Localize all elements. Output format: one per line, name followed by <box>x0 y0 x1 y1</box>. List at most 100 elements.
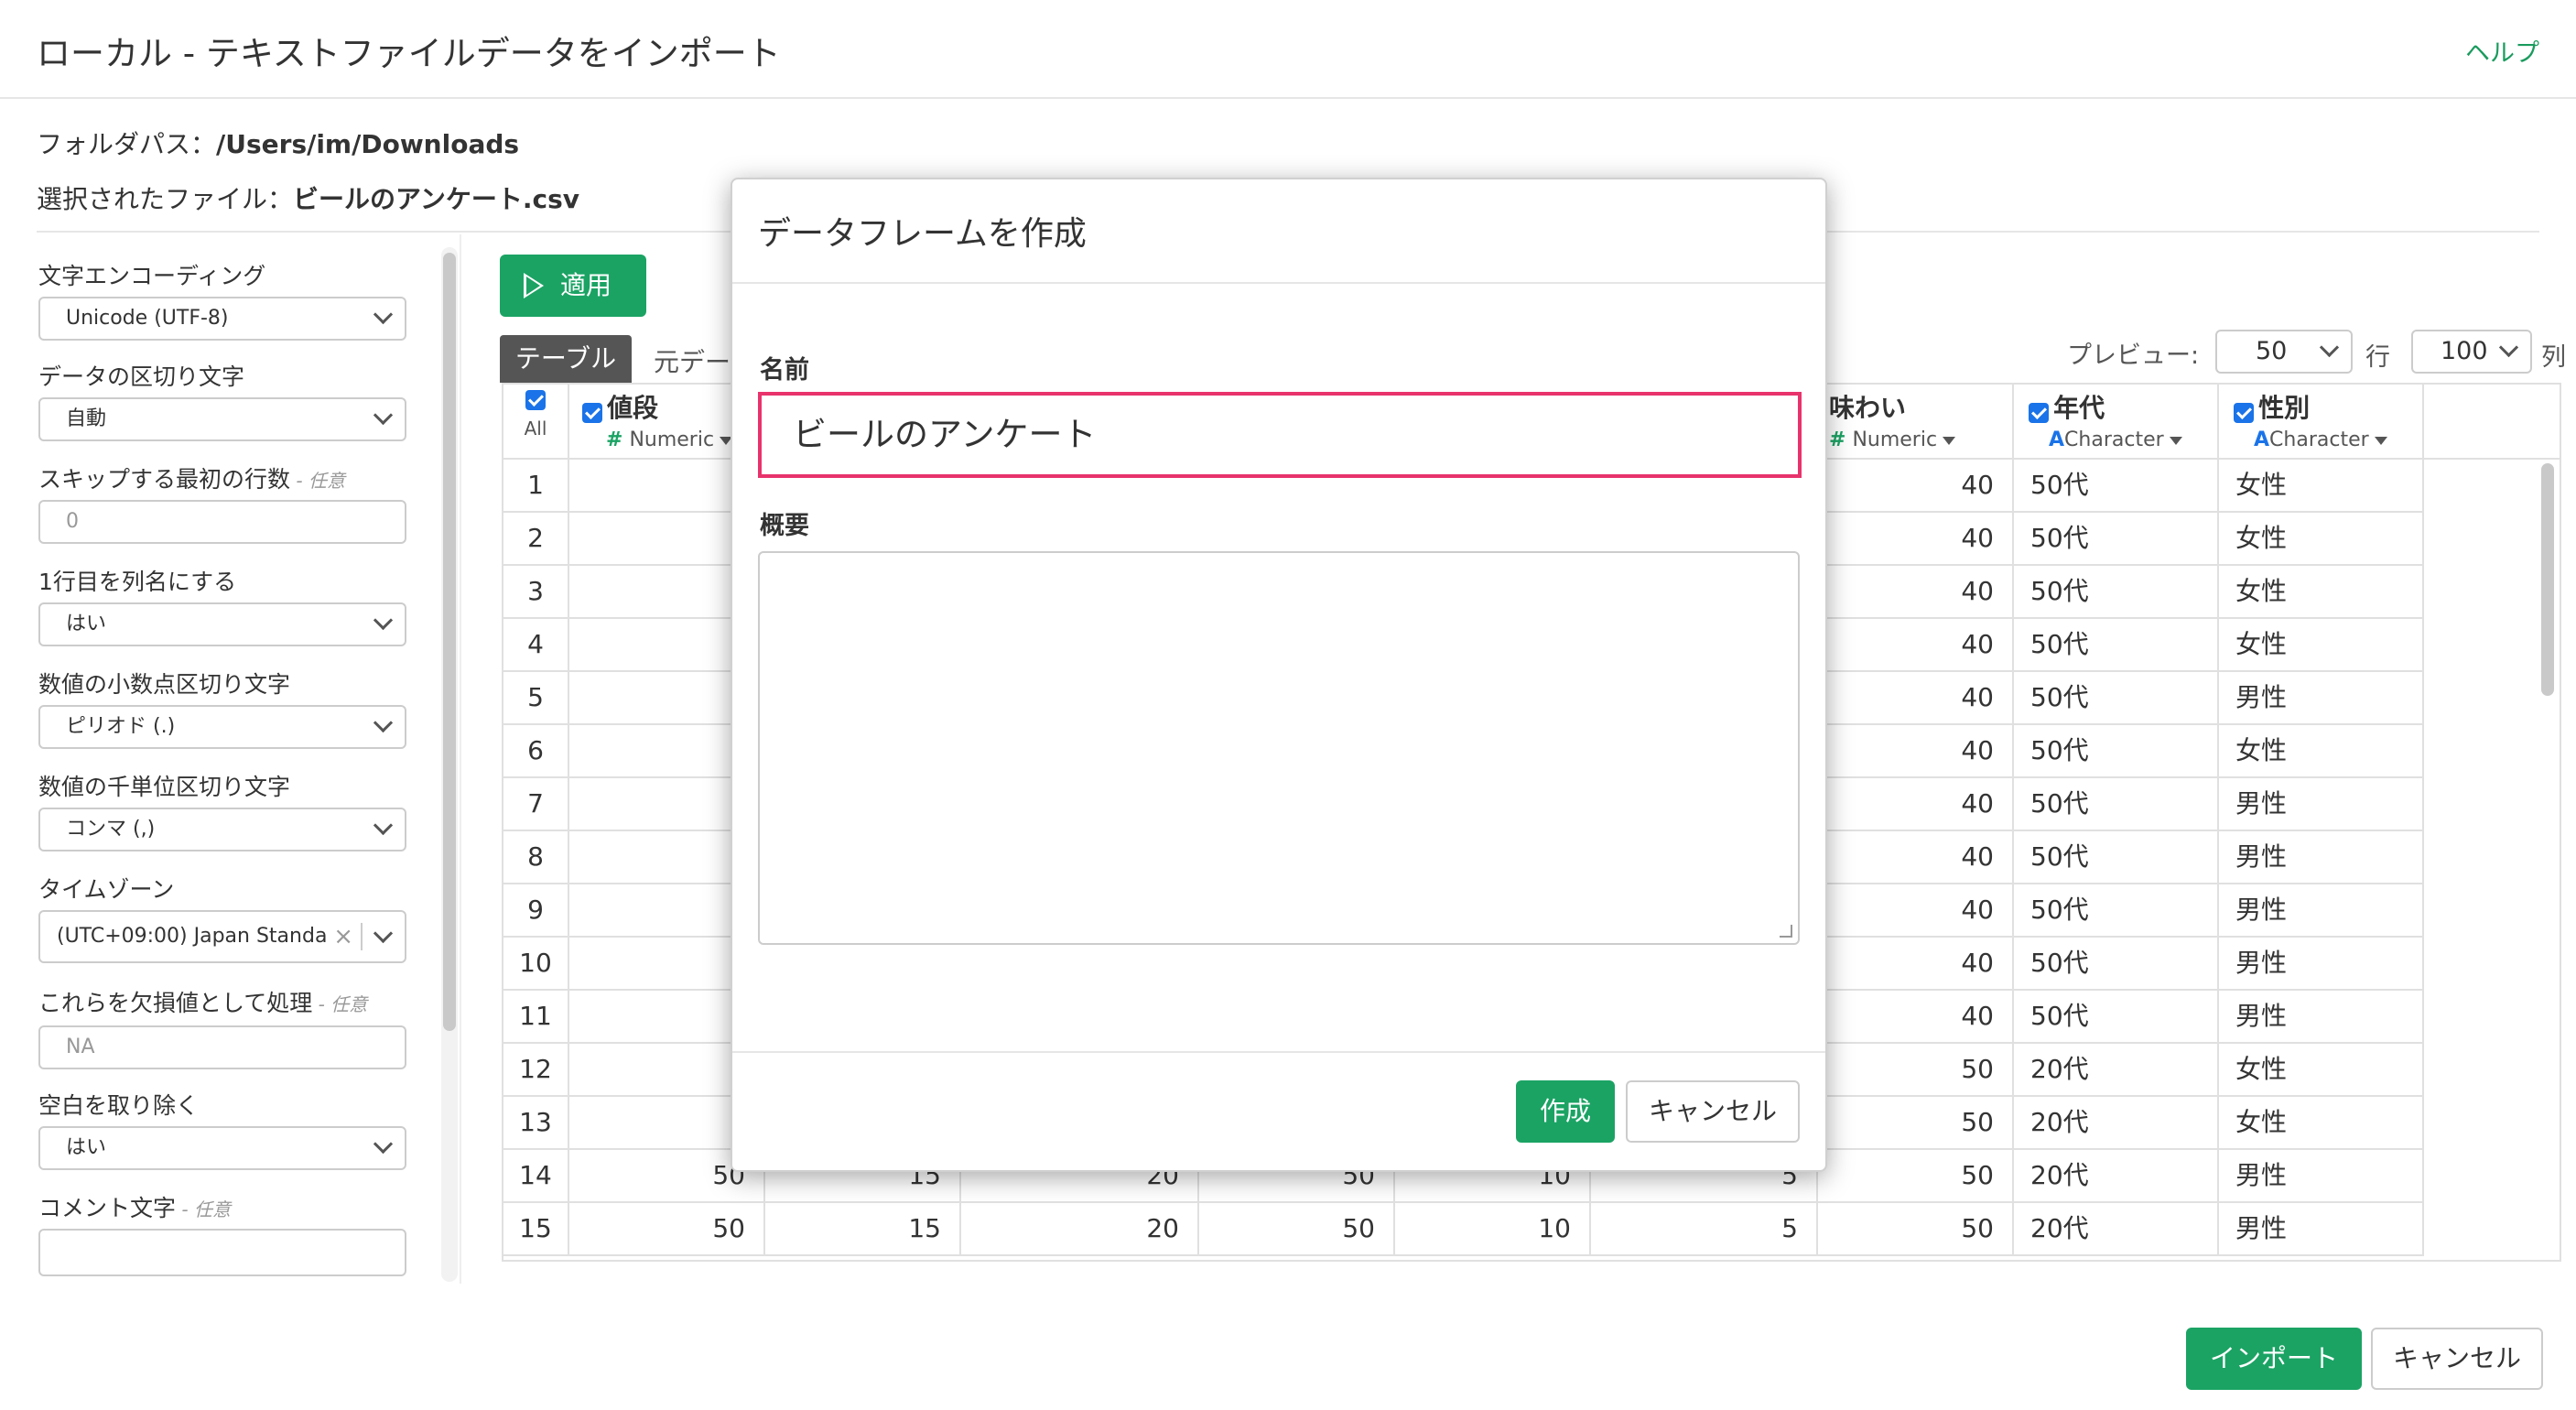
caret-down-icon <box>1943 436 1956 445</box>
row-number: 2 <box>503 513 569 566</box>
chevron-down-icon <box>373 712 394 733</box>
row-number: 4 <box>503 619 569 672</box>
selected-file-label: 選択されたファイル： <box>37 184 294 214</box>
thousands-select[interactable]: コンマ (,) <box>38 808 406 851</box>
tab-table[interactable]: テーブル <box>500 335 632 383</box>
preview-cols-value: 100 <box>2441 337 2488 365</box>
table-cell: 男性 <box>2219 1150 2424 1203</box>
description-textarea[interactable] <box>758 551 1800 945</box>
table-scrollbar[interactable] <box>2541 463 2554 696</box>
left-scrollbar[interactable] <box>443 253 456 1031</box>
panel-separator <box>460 234 461 1284</box>
create-button[interactable]: 作成 <box>1516 1080 1615 1143</box>
modal-cancel-button[interactable]: キャンセル <box>1626 1080 1800 1143</box>
table-cell: 50 <box>569 1203 765 1256</box>
apply-button[interactable]: 適用 <box>500 255 646 317</box>
table-cell: 20代 <box>2014 1150 2219 1203</box>
table-cell: 50代 <box>2014 513 2219 566</box>
timezone-value: (UTC+09:00) Japan Standa <box>57 925 328 948</box>
header-row-select[interactable]: はい <box>38 602 406 646</box>
column-type: Numeric <box>1852 428 1938 451</box>
trim-label: 空白を取り除く <box>38 1092 200 1119</box>
chevron-down-icon <box>373 815 394 836</box>
table-cell: 40 <box>1818 513 2014 566</box>
folder-path-value: /Users/im/Downloads <box>216 129 520 159</box>
column-type-selector[interactable]: # Numeric <box>1829 428 2012 451</box>
preview-rows-select[interactable]: 50 <box>2215 330 2353 374</box>
optional-tag: - 任意 <box>312 993 368 1015</box>
import-button[interactable]: インポート <box>2186 1328 2362 1390</box>
row-number: 10 <box>503 938 569 991</box>
selected-file-value: ビールのアンケート.csv <box>293 184 580 214</box>
na-label: これらを欠損値として処理 - 任意 <box>38 985 367 1018</box>
clear-icon[interactable]: × <box>333 912 353 961</box>
column-type: Numeric <box>629 428 715 451</box>
select-all-header: All <box>503 385 569 458</box>
row-number: 15 <box>503 1203 569 1256</box>
column-header-sex: 性別 ACharacter <box>2219 385 2424 458</box>
cols-label: 列 <box>2541 343 2566 372</box>
na-label-text: これらを欠損値として処理 <box>38 990 313 1016</box>
separator <box>361 923 363 950</box>
thousands-value: コンマ (,) <box>66 818 156 841</box>
na-input[interactable]: NA <box>38 1025 406 1069</box>
comment-input[interactable] <box>38 1229 406 1276</box>
tab-raw-data[interactable]: 元デー <box>654 342 731 379</box>
decimal-select[interactable]: ピリオド (.) <box>38 705 406 749</box>
cancel-button[interactable]: キャンセル <box>2371 1328 2543 1390</box>
table-row: 15 50 15 20 50 10 5 50 20代 男性 <box>503 1203 2560 1256</box>
row-number: 14 <box>503 1150 569 1203</box>
timezone-select[interactable]: (UTC+09:00) Japan Standa × <box>38 910 406 963</box>
table-cell: 40 <box>1818 938 2014 991</box>
all-label: All <box>524 418 547 439</box>
table-cell: 男性 <box>2219 991 2424 1044</box>
folder-path: フォルダパス：/Users/im/Downloads <box>37 125 519 161</box>
chevron-down-icon <box>373 1133 394 1155</box>
help-link[interactable]: ヘルプ <box>2465 33 2539 69</box>
table-cell: 40 <box>1818 566 2014 619</box>
delimiter-select[interactable]: 自動 <box>38 397 406 441</box>
table-cell: 50代 <box>2014 778 2219 831</box>
column-checkbox[interactable] <box>2234 402 2254 423</box>
table-cell: 50代 <box>2014 672 2219 725</box>
table-cell: 40 <box>1818 460 2014 513</box>
na-placeholder: NA <box>66 1036 95 1058</box>
trim-select[interactable]: はい <box>38 1126 406 1170</box>
preview-cols-select[interactable]: 100 <box>2411 330 2532 374</box>
caret-down-icon <box>2169 436 2182 445</box>
apply-button-label: 適用 <box>560 270 612 300</box>
column-type-selector[interactable]: ACharacter <box>2234 428 2422 451</box>
select-all-checkbox[interactable] <box>525 390 546 410</box>
column-name: 年代 <box>2053 393 2105 423</box>
play-icon <box>524 273 544 298</box>
name-input[interactable]: ビールのアンケート <box>758 392 1802 478</box>
table-cell: 50 <box>1818 1097 2014 1150</box>
table-cell: 50 <box>1199 1203 1395 1256</box>
folder-path-label: フォルダパス： <box>37 129 217 159</box>
encoding-select[interactable]: Unicode (UTF-8) <box>38 297 406 341</box>
table-cell: 40 <box>1818 991 2014 1044</box>
column-type-selector[interactable]: ACharacter <box>2029 428 2217 451</box>
preview-label: プレビュー: <box>2067 342 2200 370</box>
table-cell: 20代 <box>2014 1097 2219 1150</box>
row-number: 5 <box>503 672 569 725</box>
table-cell: 男性 <box>2219 884 2424 938</box>
table-cell: 女性 <box>2219 725 2424 778</box>
hash-icon: # <box>1829 428 1846 451</box>
divider <box>732 1051 1825 1053</box>
table-cell: 10 <box>1395 1203 1591 1256</box>
column-name: 性別 <box>2258 393 2311 423</box>
column-checkbox[interactable] <box>2029 402 2049 423</box>
skip-rows-label: スキップする最初の行数 - 任意 <box>38 461 345 494</box>
table-cell: 40 <box>1818 778 2014 831</box>
table-cell: 50代 <box>2014 831 2219 884</box>
table-cell: 20 <box>961 1203 1199 1256</box>
skip-rows-input[interactable]: 0 <box>38 500 406 544</box>
column-checkbox[interactable] <box>582 402 602 423</box>
table-cell: 女性 <box>2219 513 2424 566</box>
column-type: Character <box>2064 428 2164 451</box>
skip-rows-placeholder: 0 <box>66 510 79 533</box>
resize-handle-icon[interactable] <box>1780 925 1792 938</box>
row-number: 13 <box>503 1097 569 1150</box>
row-number: 9 <box>503 884 569 938</box>
